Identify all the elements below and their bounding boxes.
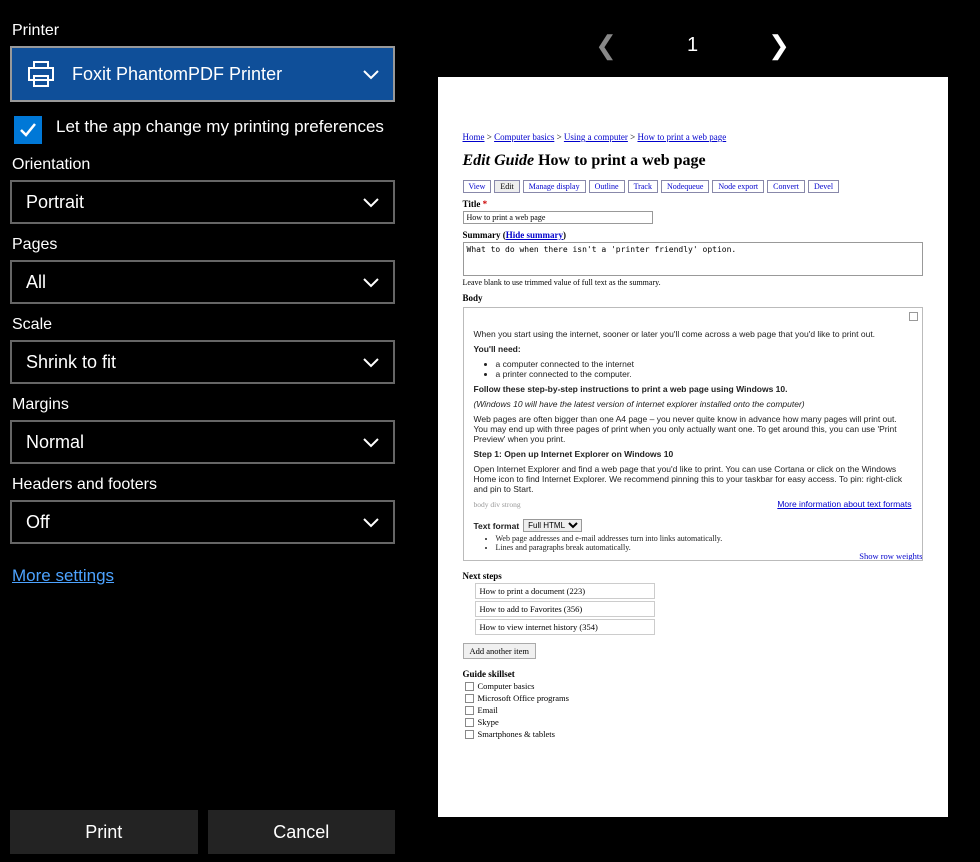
scale-value: Shrink to fit — [26, 352, 116, 373]
margins-dropdown[interactable]: Normal — [10, 420, 395, 464]
tab-item[interactable]: Outline — [589, 180, 625, 193]
headers-dropdown[interactable]: Off — [10, 500, 395, 544]
summary-hint: Leave blank to use trimmed value of full… — [463, 278, 923, 287]
mini-checkbox[interactable] — [909, 312, 918, 321]
pages-label: Pages — [12, 236, 395, 254]
printer-icon — [26, 60, 56, 88]
chevron-down-icon — [363, 352, 379, 373]
skill-item[interactable]: Microsoft Office programs — [465, 693, 923, 703]
summary-input[interactable]: What to do when there isn't a 'printer f… — [463, 242, 923, 276]
tab-item[interactable]: Track — [628, 180, 658, 193]
next-steps-label: Next steps — [463, 571, 923, 581]
tab-item[interactable]: Devel — [808, 180, 839, 193]
tab-item[interactable]: Nodequeue — [661, 180, 709, 193]
page-number: 1 — [687, 34, 698, 57]
headers-label: Headers and footers — [12, 476, 395, 494]
scale-dropdown[interactable]: Shrink to fit — [10, 340, 395, 384]
title-input[interactable] — [463, 211, 653, 224]
skillset-label: Guide skillset — [463, 669, 923, 679]
orientation-label: Orientation — [12, 156, 395, 174]
tab-item[interactable]: Manage display — [523, 180, 586, 193]
orientation-value: Portrait — [26, 192, 84, 213]
tab-item[interactable]: Convert — [767, 180, 805, 193]
skill-item[interactable]: Skype — [465, 717, 923, 727]
page-navigation: ❮ 1 ❯ — [425, 30, 960, 61]
scale-label: Scale — [12, 316, 395, 334]
skill-item[interactable]: Computer basics — [465, 681, 923, 691]
add-item-button[interactable]: Add another item — [463, 643, 536, 659]
list-item[interactable]: How to print a document (223) — [475, 583, 655, 599]
text-format-select[interactable]: Full HTML — [523, 519, 582, 532]
tab-item[interactable]: Node export — [712, 180, 764, 193]
print-button[interactable]: Print — [10, 810, 198, 854]
cancel-button[interactable]: Cancel — [208, 810, 396, 854]
tab-item[interactable]: Edit — [494, 180, 519, 193]
margins-value: Normal — [26, 432, 84, 453]
chevron-down-icon — [363, 192, 379, 213]
printer-dropdown[interactable]: Foxit PhantomPDF Printer — [10, 46, 395, 102]
next-page-icon[interactable]: ❯ — [768, 30, 790, 61]
skill-item[interactable]: Email — [465, 705, 923, 715]
prev-page-icon[interactable]: ❮ — [595, 30, 617, 61]
printer-label: Printer — [12, 22, 395, 40]
orientation-dropdown[interactable]: Portrait — [10, 180, 395, 224]
headers-value: Off — [26, 512, 50, 533]
chevron-down-icon — [363, 432, 379, 453]
chevron-down-icon — [363, 272, 379, 293]
body-field-label: Body — [463, 293, 923, 303]
pages-dropdown[interactable]: All — [10, 260, 395, 304]
title-field-label: Title * — [463, 199, 923, 209]
content-tabs: View Edit Manage display Outline Track N… — [463, 180, 923, 193]
page-title: Edit Guide How to print a web page — [463, 152, 923, 170]
chevron-down-icon — [363, 64, 379, 85]
skill-item[interactable]: Smartphones & tablets — [465, 729, 923, 739]
printer-value: Foxit PhantomPDF Printer — [72, 64, 282, 85]
more-settings-link[interactable]: More settings — [12, 566, 395, 586]
app-change-preferences-row[interactable]: Let the app change my printing preferenc… — [10, 116, 395, 144]
breadcrumb: Home > Computer basics > Using a compute… — [463, 132, 923, 142]
tab-item[interactable]: View — [463, 180, 492, 193]
chevron-down-icon — [363, 512, 379, 533]
more-info-link[interactable]: More information about text formats — [777, 499, 911, 509]
print-preview-page: Home > Computer basics > Using a compute… — [438, 77, 948, 817]
body-editor[interactable]: When you start using the internet, soone… — [463, 307, 923, 561]
summary-field-label: Summary (Hide summary) — [463, 230, 923, 240]
print-settings-panel: Printer Foxit PhantomPDF Printer Let the… — [0, 0, 405, 862]
checkbox-label: Let the app change my printing preferenc… — [56, 116, 384, 139]
preview-panel: ❮ 1 ❯ Home > Computer basics > Using a c… — [405, 0, 980, 862]
list-item[interactable]: How to add to Favorites (356) — [475, 601, 655, 617]
margins-label: Margins — [12, 396, 395, 414]
list-item[interactable]: How to view internet history (354) — [475, 619, 655, 635]
checkbox-checked-icon[interactable] — [14, 116, 42, 144]
pages-value: All — [26, 272, 46, 293]
